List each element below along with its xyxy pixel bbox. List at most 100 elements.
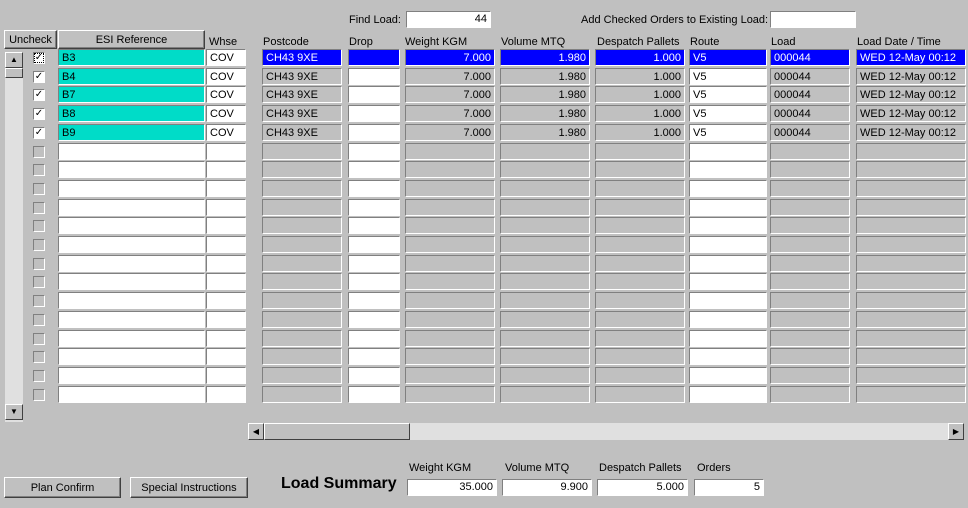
cell-route[interactable]: V5 — [689, 49, 767, 66]
row-checkbox[interactable] — [33, 239, 45, 251]
cell-whse[interactable]: COV — [206, 86, 246, 103]
cell-volume[interactable] — [500, 180, 590, 197]
cell-load[interactable] — [770, 143, 850, 160]
row-checkbox[interactable] — [33, 389, 45, 401]
cell-drop[interactable] — [348, 348, 400, 365]
cell-route[interactable] — [689, 292, 767, 309]
cell-pallets[interactable]: 1.000 — [595, 49, 685, 66]
add-checked-input[interactable] — [770, 11, 856, 28]
cell-date[interactable] — [856, 292, 966, 309]
cell-esi[interactable] — [58, 255, 205, 272]
row-checkbox[interactable]: ✓ — [33, 71, 45, 83]
uncheck-button[interactable]: Uncheck — [4, 30, 57, 49]
row-checkbox[interactable] — [33, 220, 45, 232]
cell-drop[interactable] — [348, 236, 400, 253]
cell-esi[interactable]: B8 — [58, 105, 205, 122]
cell-drop[interactable] — [348, 180, 400, 197]
row-checkbox[interactable] — [33, 183, 45, 195]
cell-weight[interactable] — [405, 367, 495, 384]
cell-load[interactable] — [770, 199, 850, 216]
cell-route[interactable] — [689, 255, 767, 272]
cell-whse[interactable] — [206, 199, 246, 216]
cell-esi[interactable] — [58, 236, 205, 253]
cell-date[interactable] — [856, 367, 966, 384]
row-checkbox[interactable] — [33, 314, 45, 326]
cell-drop[interactable] — [348, 386, 400, 403]
cell-weight[interactable] — [405, 348, 495, 365]
cell-volume[interactable] — [500, 367, 590, 384]
cell-pallets[interactable]: 1.000 — [595, 68, 685, 85]
cell-esi[interactable] — [58, 180, 205, 197]
cell-postcode[interactable] — [262, 292, 342, 309]
cell-postcode[interactable]: CH43 9XE — [262, 49, 342, 66]
cell-load[interactable] — [770, 273, 850, 290]
cell-load[interactable] — [770, 311, 850, 328]
cell-route[interactable] — [689, 143, 767, 160]
cell-volume[interactable]: 1.980 — [500, 68, 590, 85]
cell-postcode[interactable] — [262, 311, 342, 328]
cell-date[interactable] — [856, 330, 966, 347]
cell-weight[interactable] — [405, 217, 495, 234]
cell-postcode[interactable] — [262, 180, 342, 197]
cell-pallets[interactable] — [595, 180, 685, 197]
cell-whse[interactable] — [206, 292, 246, 309]
cell-whse[interactable] — [206, 161, 246, 178]
cell-postcode[interactable] — [262, 199, 342, 216]
cell-pallets[interactable] — [595, 367, 685, 384]
cell-drop[interactable] — [348, 217, 400, 234]
cell-postcode[interactable]: CH43 9XE — [262, 105, 342, 122]
row-checkbox[interactable] — [33, 351, 45, 363]
cell-whse[interactable] — [206, 386, 246, 403]
cell-load[interactable]: 000044 — [770, 68, 850, 85]
cell-postcode[interactable] — [262, 143, 342, 160]
cell-load[interactable] — [770, 236, 850, 253]
cell-weight[interactable] — [405, 273, 495, 290]
cell-route[interactable]: V5 — [689, 68, 767, 85]
cell-postcode[interactable] — [262, 161, 342, 178]
row-checkbox[interactable] — [33, 258, 45, 270]
row-checkbox[interactable] — [33, 164, 45, 176]
cell-load[interactable] — [770, 161, 850, 178]
cell-esi[interactable]: B4 — [58, 68, 205, 85]
cell-drop[interactable] — [348, 292, 400, 309]
cell-drop[interactable] — [348, 273, 400, 290]
cell-volume[interactable] — [500, 217, 590, 234]
cell-route[interactable] — [689, 217, 767, 234]
cell-volume[interactable] — [500, 161, 590, 178]
cell-load[interactable] — [770, 348, 850, 365]
cell-date[interactable]: WED 12-May 00:12 — [856, 124, 966, 141]
cell-date[interactable] — [856, 236, 966, 253]
cell-postcode[interactable] — [262, 330, 342, 347]
cell-pallets[interactable] — [595, 311, 685, 328]
cell-weight[interactable]: 7.000 — [405, 124, 495, 141]
cell-postcode[interactable] — [262, 367, 342, 384]
cell-route[interactable] — [689, 386, 767, 403]
cell-load[interactable] — [770, 386, 850, 403]
cell-date[interactable]: WED 12-May 00:12 — [856, 68, 966, 85]
cell-drop[interactable] — [348, 255, 400, 272]
cell-whse[interactable] — [206, 273, 246, 290]
cell-whse[interactable]: COV — [206, 49, 246, 66]
cell-date[interactable] — [856, 273, 966, 290]
cell-weight[interactable]: 7.000 — [405, 68, 495, 85]
cell-esi[interactable] — [58, 143, 205, 160]
cell-pallets[interactable] — [595, 386, 685, 403]
cell-route[interactable] — [689, 311, 767, 328]
cell-drop[interactable] — [348, 311, 400, 328]
cell-volume[interactable] — [500, 330, 590, 347]
cell-postcode[interactable]: CH43 9XE — [262, 68, 342, 85]
cell-volume[interactable]: 1.980 — [500, 124, 590, 141]
cell-volume[interactable]: 1.980 — [500, 105, 590, 122]
cell-route[interactable]: V5 — [689, 105, 767, 122]
row-checkbox[interactable] — [33, 276, 45, 288]
cell-volume[interactable] — [500, 199, 590, 216]
cell-volume[interactable] — [500, 386, 590, 403]
cell-route[interactable] — [689, 367, 767, 384]
cell-weight[interactable] — [405, 311, 495, 328]
cell-date[interactable] — [856, 311, 966, 328]
cell-volume[interactable] — [500, 348, 590, 365]
cell-volume[interactable] — [500, 255, 590, 272]
scroll-thumb[interactable] — [5, 68, 23, 78]
cell-drop[interactable] — [348, 330, 400, 347]
cell-weight[interactable] — [405, 386, 495, 403]
